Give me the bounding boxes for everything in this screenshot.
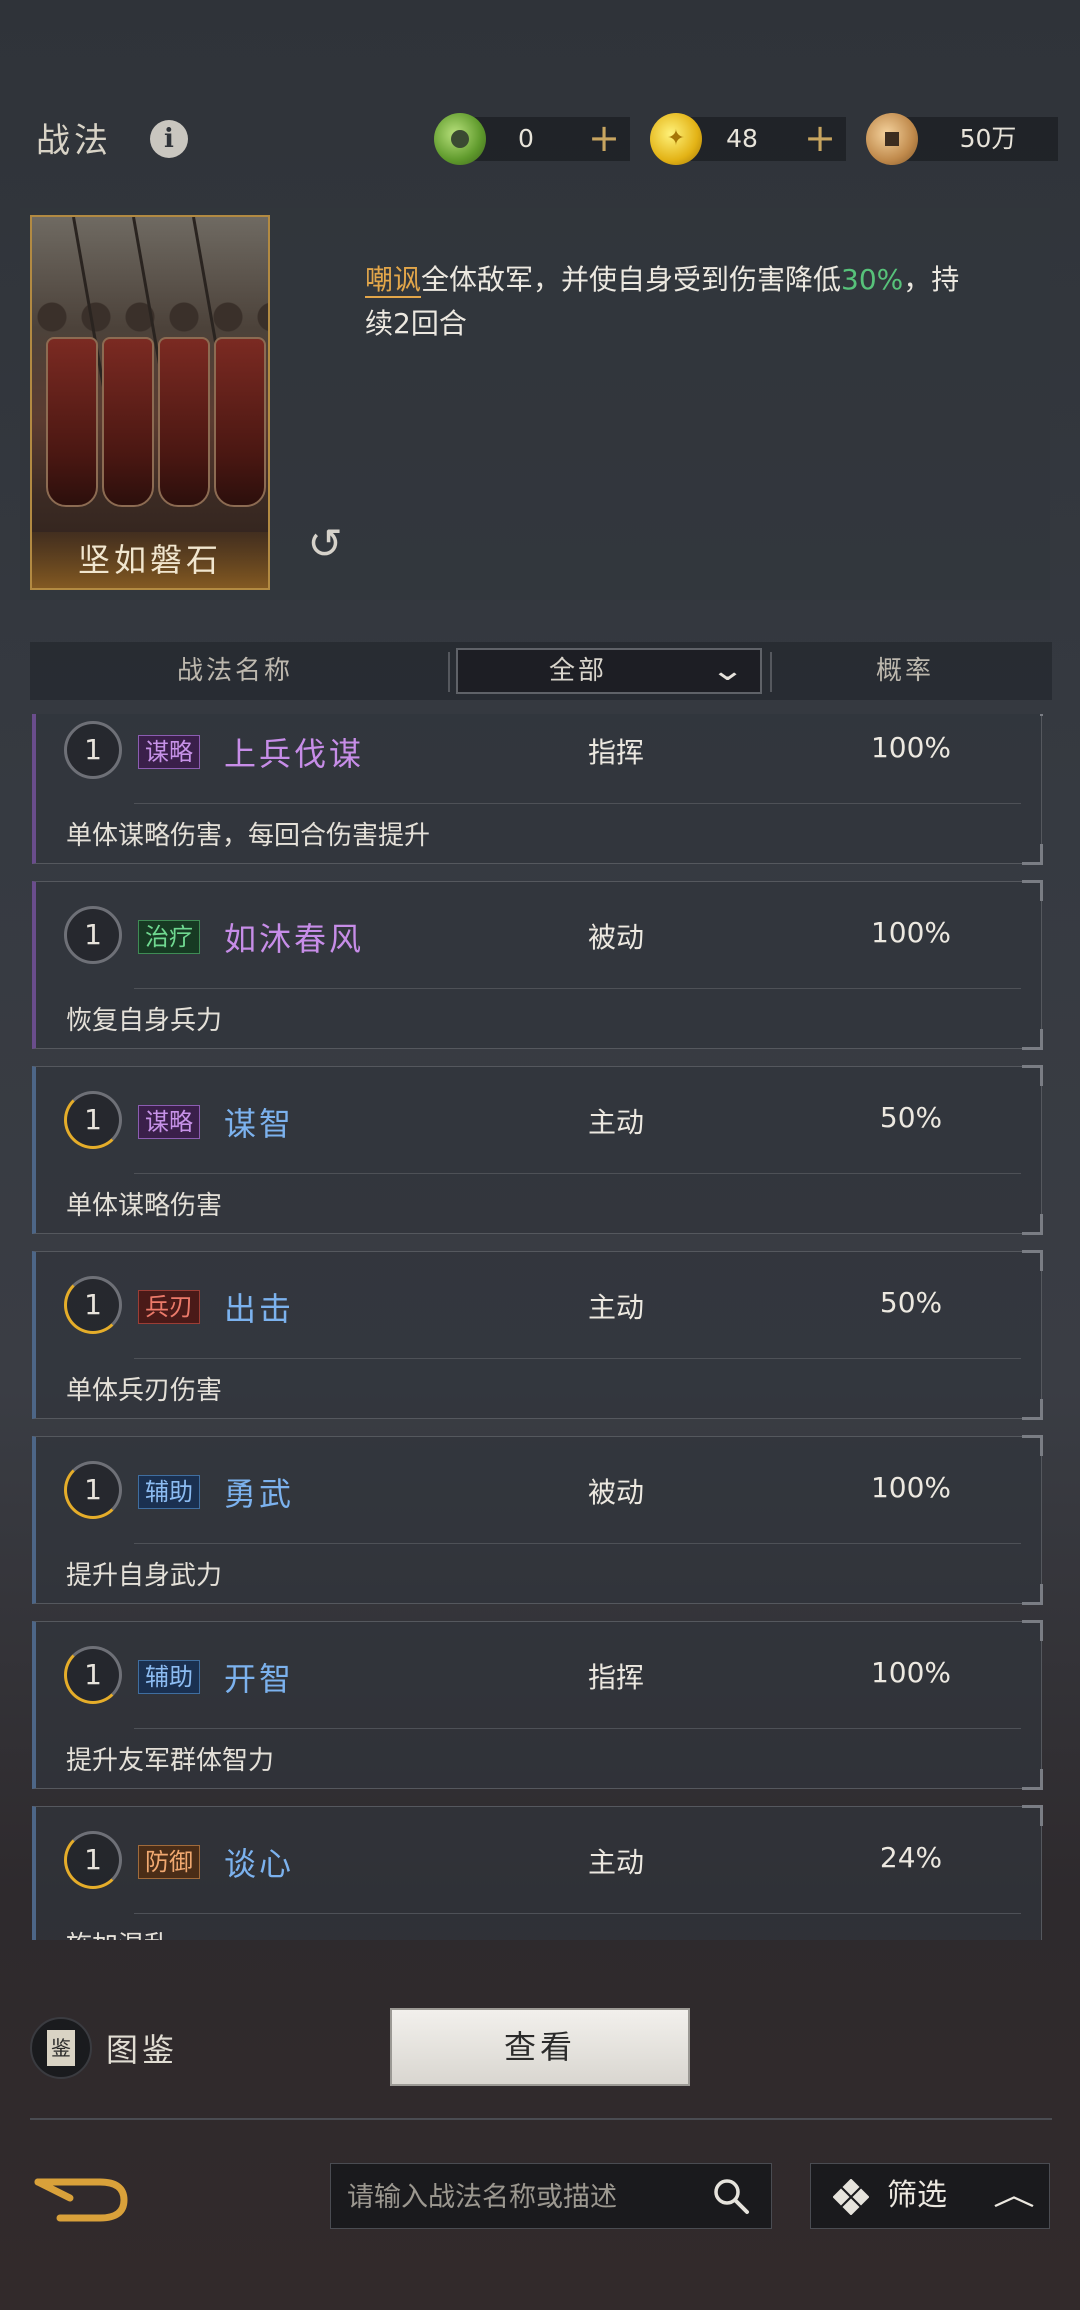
search-input[interactable] xyxy=(345,2164,689,2230)
list-item[interactable]: 1 兵刃 出击 主动 50% 单体兵刃伤害 xyxy=(32,1250,1043,1420)
list-item[interactable]: 1 谋略 谋智 主动 50% 单体谋略伤害 xyxy=(32,1065,1043,1235)
skill-description: 嘲讽全体敌军，并使自身受到伤害降低30%，持续2回合 xyxy=(365,263,960,340)
list-item[interactable]: 1 防御 谈心 主动 24% 施加混乱 xyxy=(32,1805,1043,1940)
currency-jade: 0 + xyxy=(434,113,630,165)
skill-name: 勇武 xyxy=(224,1475,295,1513)
category-tag: 防御 xyxy=(138,1845,200,1879)
skill-type: 指挥 xyxy=(587,1661,644,1694)
add-jade-button[interactable]: + xyxy=(588,117,620,161)
skill-probability: 50% xyxy=(879,1101,943,1134)
back-icon[interactable] xyxy=(30,2168,130,2228)
level-badge: 1 xyxy=(64,1831,122,1889)
skill-name: 谈心 xyxy=(224,1845,295,1883)
category-tag: 谋略 xyxy=(138,1105,200,1139)
currency-gold: 48 + xyxy=(650,113,846,165)
filter-label: 筛选 xyxy=(887,2178,947,2213)
search-box xyxy=(330,2163,772,2230)
list-item[interactable]: 1 辅助 勇武 被动 100% 提升自身武力 xyxy=(32,1435,1043,1605)
currency-value: 50万 xyxy=(959,124,1017,153)
category-tag: 辅助 xyxy=(138,1660,200,1694)
list-item[interactable]: 1 治疗 如沐春风 被动 100% 恢复自身兵力 xyxy=(32,880,1043,1050)
filter-diamond-icon xyxy=(833,2179,869,2215)
undo-icon[interactable]: ↺ xyxy=(302,521,348,567)
skill-desc: 提升自身武力 xyxy=(66,1561,223,1591)
card-name: 坚如磐石 xyxy=(32,532,268,588)
info-icon[interactable]: i xyxy=(150,120,188,158)
chevron-up-icon: ︿ xyxy=(993,2178,1035,2213)
column-skill-name: 战法名称 xyxy=(176,656,293,686)
skill-desc: 单体兵刃伤害 xyxy=(66,1376,223,1406)
keyword-link[interactable]: 嘲讽 xyxy=(365,263,422,298)
skill-name: 出击 xyxy=(224,1290,295,1328)
skill-type: 被动 xyxy=(587,1476,644,1509)
skill-desc: 提升友军群体智力 xyxy=(66,1746,275,1776)
list-item[interactable]: 1 辅助 开智 指挥 100% 提升友军群体智力 xyxy=(32,1620,1043,1790)
category-tag: 兵刃 xyxy=(138,1290,200,1324)
skill-type: 指挥 xyxy=(587,736,644,769)
currency-value: 48 xyxy=(726,124,758,153)
view-button[interactable]: 查看 xyxy=(390,2008,690,2086)
dropdown-value: 全部 xyxy=(548,656,607,686)
jade-coin-icon xyxy=(434,113,486,165)
chevron-down-icon: ⌄ xyxy=(709,653,746,688)
category-tag: 谋略 xyxy=(138,735,200,769)
category-tag: 治疗 xyxy=(138,920,200,954)
skill-card[interactable]: 坚如磐石 xyxy=(30,215,270,590)
type-dropdown[interactable]: 全部 ⌄ xyxy=(456,648,762,694)
level-badge: 1 xyxy=(64,1091,122,1149)
skill-probability: 24% xyxy=(879,1841,943,1874)
level-badge: 1 xyxy=(64,721,122,779)
skill-type: 主动 xyxy=(587,1291,644,1324)
search-icon[interactable] xyxy=(711,2176,751,2216)
copper-coin-icon xyxy=(866,113,918,165)
skill-list[interactable]: 1 谋略 上兵伐谋 指挥 100% 单体谋略伤害，每回合伤害提升 1 治疗 如沐… xyxy=(20,714,1060,1940)
list-item[interactable]: 1 谋略 上兵伐谋 指挥 100% 单体谋略伤害，每回合伤害提升 xyxy=(32,714,1043,865)
skill-type: 主动 xyxy=(587,1106,644,1139)
codex-icon[interactable] xyxy=(30,2017,92,2079)
column-probability: 概率 xyxy=(875,656,934,686)
skill-probability: 100% xyxy=(870,916,952,949)
level-badge: 1 xyxy=(64,1646,122,1704)
level-badge: 1 xyxy=(64,1276,122,1334)
divider xyxy=(30,2118,1052,2120)
level-badge: 1 xyxy=(64,906,122,964)
skill-probability: 50% xyxy=(879,1286,943,1319)
filter-button[interactable]: 筛选 ︿ xyxy=(810,2163,1050,2229)
currency-copper: 50万 xyxy=(866,113,1058,165)
skill-desc: 恢复自身兵力 xyxy=(66,1006,223,1036)
skill-name: 谋智 xyxy=(224,1105,295,1143)
skill-name: 如沐春风 xyxy=(224,920,365,958)
codex-label[interactable]: 图鉴 xyxy=(106,2025,178,2071)
skill-name: 上兵伐谋 xyxy=(224,735,365,773)
skill-desc: 单体谋略伤害，每回合伤害提升 xyxy=(66,821,431,851)
page-title: 战法 xyxy=(36,121,112,161)
currency-value: 0 xyxy=(518,124,534,153)
skill-probability: 100% xyxy=(870,1471,952,1504)
level-badge: 1 xyxy=(64,1461,122,1519)
gold-coin-icon xyxy=(650,113,702,165)
skill-name: 开智 xyxy=(224,1660,295,1698)
skill-type: 主动 xyxy=(587,1846,644,1879)
category-tag: 辅助 xyxy=(138,1475,200,1509)
skill-probability: 100% xyxy=(870,731,952,764)
skill-desc: 施加混乱 xyxy=(66,1925,170,1940)
skill-probability: 100% xyxy=(870,1656,952,1689)
skill-desc: 单体谋略伤害 xyxy=(66,1191,223,1221)
skill-type: 被动 xyxy=(587,921,644,954)
add-gold-button[interactable]: + xyxy=(804,117,836,161)
